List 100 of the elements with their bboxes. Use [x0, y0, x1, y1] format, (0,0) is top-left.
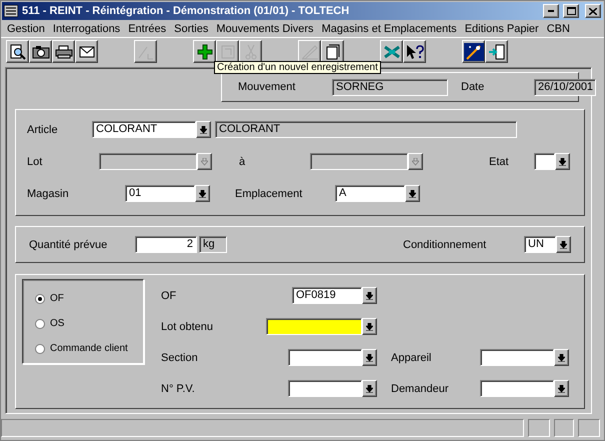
radio-button[interactable]	[35, 318, 45, 328]
radio-button[interactable]	[35, 344, 45, 354]
window-title: 511 - REINT - Réintégration - Démonstration (01/01) - TOLTECH	[22, 5, 350, 17]
status-panel	[578, 419, 600, 437]
app-icon	[4, 5, 18, 17]
exit-door-icon	[488, 44, 506, 60]
plus-icon	[196, 44, 212, 60]
field-label: Quantité prévue	[29, 238, 108, 250]
quantity-field[interactable]: 2	[135, 236, 197, 253]
dropdown-button[interactable]	[195, 185, 210, 202]
menu-item[interactable]: Editions Papier	[460, 23, 543, 35]
field-label: à	[239, 156, 246, 168]
lookup-field[interactable]: OF0819	[292, 287, 362, 304]
down-arrow-icon	[558, 384, 565, 392]
field-label: Date	[461, 81, 486, 93]
field-label: Conditionnement	[403, 238, 488, 250]
down-arrow-icon	[558, 354, 565, 362]
page-icon	[326, 44, 340, 60]
state-field[interactable]	[534, 153, 555, 170]
warehouse-field[interactable]: 01	[125, 185, 195, 202]
menu-item[interactable]: Entrées	[124, 23, 170, 35]
down-arrow-icon	[366, 292, 373, 300]
toolbar-button[interactable]	[29, 40, 52, 63]
dropdown-button[interactable]	[196, 121, 211, 138]
scissors-icon	[244, 44, 256, 60]
field-label: Article	[27, 124, 59, 136]
movement-field: SORNEG	[332, 78, 448, 96]
dropdown-button[interactable]	[408, 153, 423, 170]
down-arrow-icon	[200, 126, 207, 134]
close-button[interactable]	[585, 4, 601, 18]
dropdown-button[interactable]	[554, 349, 569, 366]
camera-icon	[32, 44, 50, 58]
dropdown-button[interactable]	[362, 380, 377, 397]
menu-item[interactable]: Interrogations	[48, 23, 124, 35]
menu-item[interactable]: Sorties	[170, 23, 212, 35]
maximize-button[interactable]	[563, 4, 579, 18]
radio-button[interactable]	[35, 294, 45, 304]
down-arrow-icon	[409, 190, 416, 198]
dropdown-button[interactable]	[405, 185, 420, 202]
toolbar-button[interactable]	[52, 40, 75, 63]
search-icon	[10, 44, 26, 60]
menu-item[interactable]: Mouvements Divers	[212, 23, 318, 35]
close-icon	[589, 8, 597, 14]
minimize-icon	[548, 10, 554, 12]
menu-item[interactable]: CBN	[542, 23, 574, 35]
down-arrow-icon	[201, 158, 208, 166]
location-field[interactable]: A	[335, 185, 405, 202]
down-arrow-icon	[366, 354, 373, 362]
dropdown-button[interactable]	[362, 287, 377, 304]
toolbar-button[interactable]	[485, 40, 508, 63]
packaging-field[interactable]: UN	[524, 236, 556, 253]
down-arrow-icon	[560, 240, 567, 248]
field-label: Emplacement	[235, 188, 304, 200]
field-label: Mouvement	[238, 81, 296, 93]
article-field[interactable]: COLORANT	[92, 121, 196, 138]
dropdown-button[interactable]	[554, 380, 569, 397]
radio-option[interactable]: OS	[35, 315, 143, 332]
envelope-icon	[78, 46, 94, 58]
minimize-button[interactable]	[543, 4, 559, 18]
lookup-field[interactable]	[480, 380, 554, 397]
menu-item[interactable]: Gestion	[3, 23, 49, 35]
lookup-field[interactable]	[480, 349, 554, 366]
menu-item[interactable]: Magasins et Emplacements	[318, 23, 461, 35]
radio-option[interactable]: OF	[35, 290, 143, 307]
pencil-icon	[300, 44, 318, 60]
maximize-icon	[566, 7, 576, 15]
toolbar-button[interactable]	[193, 40, 216, 63]
toolbar-button[interactable]	[462, 40, 485, 63]
down-arrow-icon	[199, 190, 206, 198]
down-arrow-icon	[366, 384, 373, 392]
field-label: Etat	[489, 156, 510, 168]
down-arrow-icon	[412, 158, 419, 166]
down-arrow-icon	[559, 158, 566, 166]
status-panel	[554, 419, 574, 437]
toolbar-button[interactable]	[6, 40, 29, 63]
dropdown-button[interactable]	[197, 153, 212, 170]
field-label: Magasin	[27, 188, 70, 200]
field-label: Lot	[27, 156, 44, 168]
toolbar-button[interactable]	[403, 40, 426, 63]
field-label: Lot obtenu	[161, 320, 214, 332]
toolbar-button[interactable]	[75, 40, 98, 63]
dropdown-button[interactable]	[555, 153, 570, 170]
help-pointer-icon	[406, 44, 424, 60]
description-field: COLORANT	[215, 121, 517, 138]
dropdown-button[interactable]	[362, 318, 377, 335]
dropdown-button[interactable]	[362, 349, 377, 366]
toolbar-button[interactable]	[321, 40, 344, 63]
lookup-field[interactable]	[266, 318, 362, 335]
lookup-field[interactable]	[288, 380, 362, 397]
field-label: Section	[161, 352, 199, 364]
radio-option[interactable]: Commande client	[35, 340, 143, 357]
toolbar-button[interactable]	[380, 40, 403, 63]
field-label: Appareil	[391, 352, 432, 364]
field-label: N° P.V.	[161, 382, 196, 394]
lookup-field[interactable]	[288, 349, 362, 366]
date-field: 26/10/2001	[534, 78, 596, 96]
dropdown-button[interactable]	[556, 236, 571, 253]
printer-icon	[54, 44, 72, 58]
unit-field: kg	[199, 236, 227, 253]
field-label: Demandeur	[391, 382, 450, 394]
